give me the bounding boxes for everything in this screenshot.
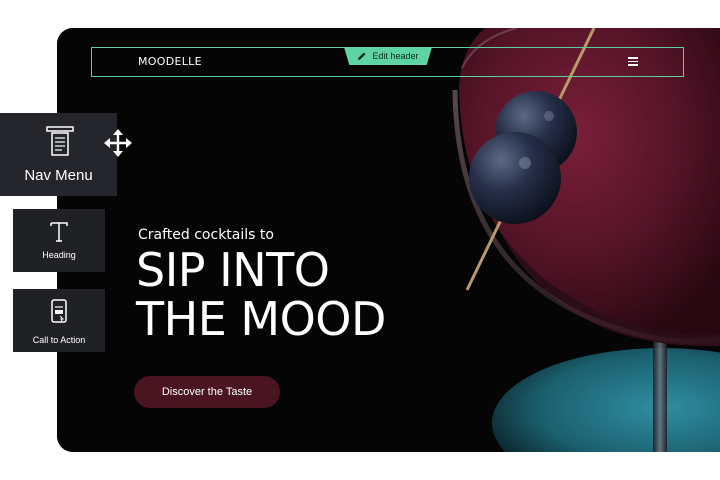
discover-cta-button[interactable]: Discover the Taste [134,376,280,408]
nav-menu-icon [46,126,74,156]
pencil-icon [358,52,366,60]
headline-line-2: THE MOOD [136,292,386,346]
hero-headline: SIP INTO THE MOOD [136,246,386,344]
widget-call-to-action-label: Call to Action [32,335,86,345]
text-t-icon [50,222,68,242]
widget-nav-menu-label: Nav Menu [24,167,93,184]
edit-header-label: Edit header [372,51,419,61]
hero-kicker: Crafted cocktails to [138,227,274,243]
widget-heading[interactable]: Heading [13,209,105,272]
widget-heading-label: Heading [42,250,76,260]
headline-line-1: SIP INTO [136,243,330,297]
widget-call-to-action[interactable]: Call to Action [13,289,105,352]
brand-logo[interactable]: MOODELLE [138,55,202,69]
edit-header-button[interactable]: Edit header [344,47,432,65]
call-to-action-icon [51,299,67,323]
editor-stage: MOODELLE Edit header Crafted cocktails t… [0,0,720,480]
move-arrows-icon [104,129,132,157]
hamburger-icon[interactable] [628,57,638,66]
widget-nav-menu[interactable]: Nav Menu [0,113,117,196]
